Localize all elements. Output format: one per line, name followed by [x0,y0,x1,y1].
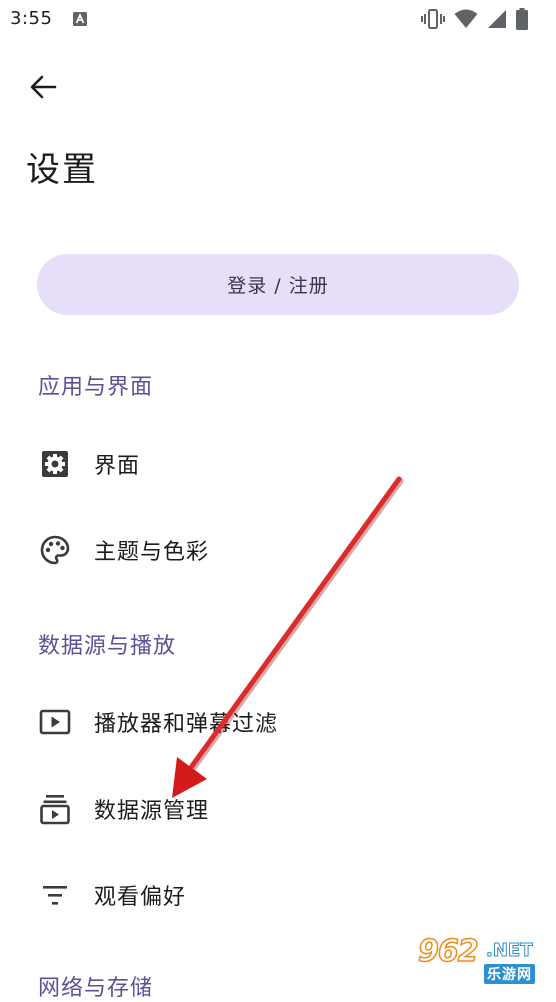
setting-item-interface[interactable]: 界面 [0,432,556,496]
arrow-left-icon [30,75,57,99]
a-notification-icon [73,12,87,26]
settings-box-icon [38,447,72,481]
status-icons [421,8,528,30]
setting-item-player-danmaku-filter[interactable]: 播放器和弹幕过滤 [0,690,556,754]
setting-label-interface: 界面 [94,454,141,479]
setting-item-source-management[interactable]: 数据源管理 [0,777,556,841]
battery-icon [516,8,528,30]
login-register-button[interactable]: 登录 / 注册 [37,254,519,315]
watermark-net: .NET [485,940,533,962]
setting-label-player-danmaku-filter: 播放器和弹幕过滤 [94,712,279,737]
setting-label-theme-color: 主题与色彩 [94,540,210,565]
page-title: 设置 [26,150,98,190]
wifi-icon [454,9,478,28]
status-time: 3:55 [10,8,53,29]
setting-label-source-management: 数据源管理 [94,799,210,824]
status-bar: 3:55 [0,0,556,40]
watermark-logo: 962 .NET 乐游网 [414,932,550,984]
section-header-app-ui: 应用与界面 [38,375,154,400]
signal-icon [488,10,506,28]
vibrate-icon [421,9,445,29]
subscriptions-icon [38,792,72,826]
setting-item-viewing-preferences[interactable]: 观看偏好 [0,863,556,927]
watermark-sub: 乐游网 [484,964,535,984]
setting-label-viewing-preferences: 观看偏好 [94,885,187,910]
watermark-number: 962 [417,933,479,970]
play-box-icon [38,705,72,739]
back-button[interactable] [26,70,60,104]
section-header-source-playback: 数据源与播放 [38,634,177,659]
filter-list-icon [38,878,72,912]
section-header-network-storage: 网络与存储 [38,976,154,1001]
setting-item-theme-color[interactable]: 主题与色彩 [0,518,556,582]
palette-icon [38,533,72,567]
